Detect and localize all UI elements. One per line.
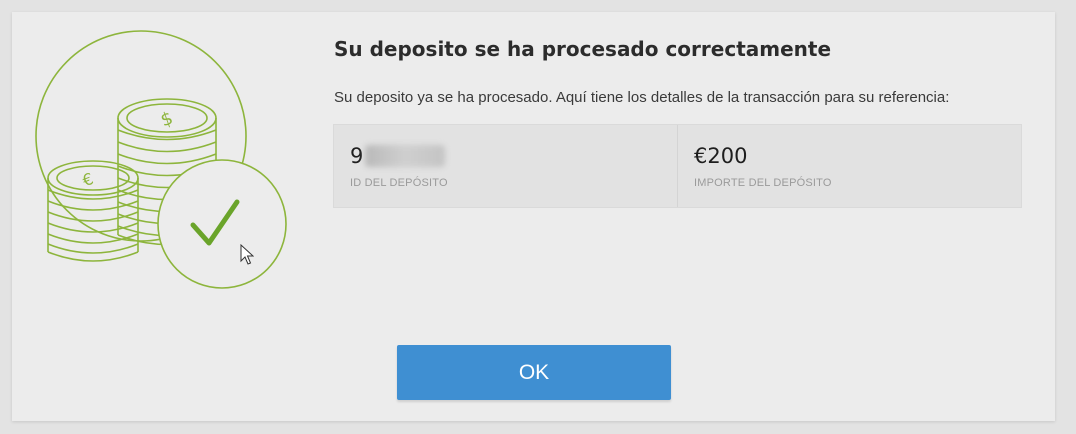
deposit-amount-value: €200 — [694, 144, 748, 168]
deposit-id-visible-digit: 9 — [350, 144, 364, 168]
deposit-amount-cell: €200 IMPORTE DEL DEPÓSITO — [677, 125, 1021, 207]
deposit-amount-label: IMPORTE DEL DEPÓSITO — [694, 177, 832, 189]
svg-text:€: € — [80, 169, 96, 190]
dialog-message: Su deposito ya se ha procesado. Aquí tie… — [334, 89, 950, 106]
ok-button[interactable]: OK — [397, 345, 671, 400]
deposit-success-dialog: $ € Su deposito se ha procesado correcta… — [12, 12, 1055, 421]
deposit-id-label: ID DEL DEPÓSITO — [350, 177, 448, 189]
dialog-title: Su deposito se ha procesado correctament… — [334, 37, 832, 61]
transaction-details: 9 ID DEL DEPÓSITO €200 IMPORTE DEL DEPÓS… — [333, 124, 1022, 208]
mouse-pointer-icon — [240, 244, 254, 265]
coins-checkmark-icon: $ € — [35, 30, 287, 289]
deposit-id-value: 9 — [350, 143, 677, 169]
svg-text:$: $ — [158, 108, 176, 132]
redacted-blur — [365, 145, 446, 167]
deposit-id-cell: 9 ID DEL DEPÓSITO — [334, 125, 677, 207]
